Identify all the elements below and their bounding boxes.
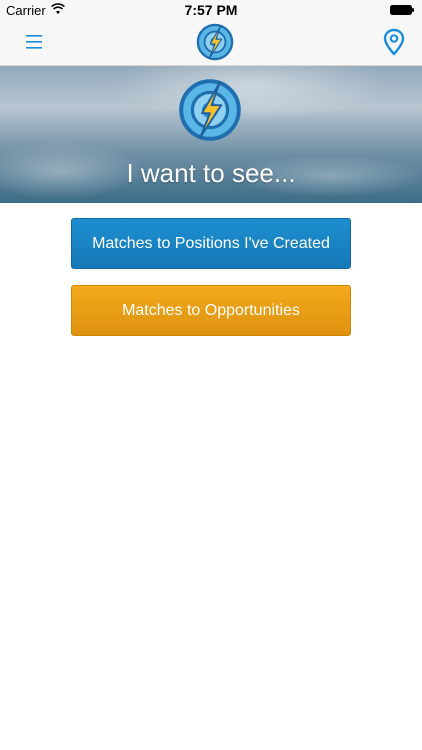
- clock: 7:57 PM: [184, 2, 238, 18]
- status-bar: Carrier 7:57 PM: [0, 0, 422, 20]
- opportunities-matches-button[interactable]: Matches to Opportunities: [71, 285, 351, 336]
- compass-lightning-logo-icon: [179, 79, 241, 141]
- hamburger-menu-icon[interactable]: [16, 30, 52, 54]
- location-pin-icon[interactable]: [382, 28, 406, 56]
- compass-lightning-logo-icon: [196, 23, 234, 61]
- positions-matches-button[interactable]: Matches to Positions I've Created: [71, 218, 351, 269]
- battery-icon: [390, 5, 414, 15]
- navigation-bar: [0, 20, 422, 66]
- hero-banner: I want to see...: [0, 66, 422, 203]
- hero-title: I want to see...: [126, 158, 296, 188]
